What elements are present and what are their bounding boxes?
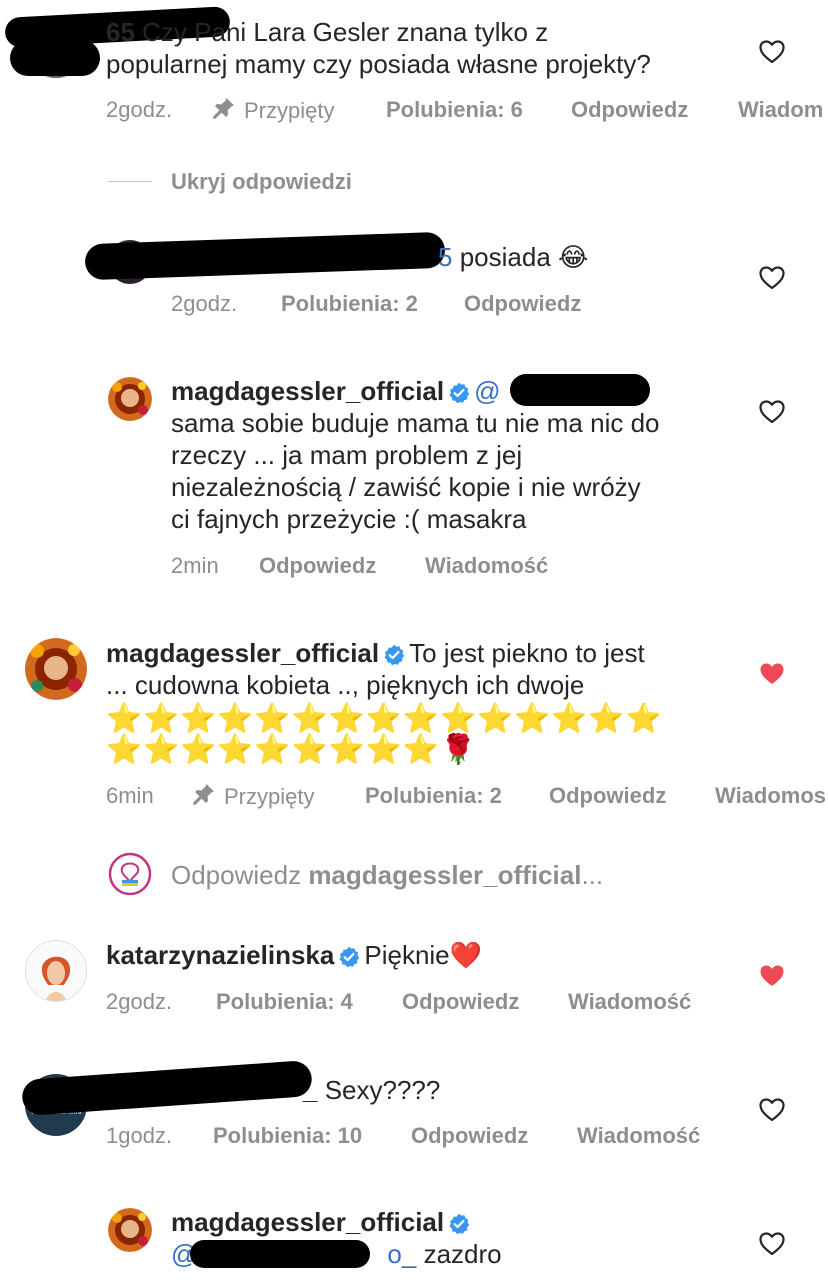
heart-outline-icon[interactable] <box>759 40 785 64</box>
comment-meta: 6min Przypięty Polubienia: 2 Odpowiedz W… <box>106 782 828 810</box>
timestamp: 2godz. <box>106 97 173 122</box>
comment-header: magdagessler_official To jest piekno to j… <box>106 637 645 669</box>
mention-suffix[interactable]: o_ <box>387 1239 416 1269</box>
timestamp: 2godz. <box>106 989 173 1014</box>
reply-button[interactable]: Odpowiedz <box>549 782 666 810</box>
reply-text: 5 posiada 😂 <box>438 241 588 273</box>
verified-badge-icon <box>338 946 360 968</box>
redaction-mark <box>21 1059 313 1117</box>
comment-meta: 2godz. Polubienia: 4 Odpowiedz Wiadomość <box>106 988 806 1016</box>
username[interactable]: magdagessler_official <box>106 638 379 668</box>
message-button[interactable]: Wiadomos <box>715 782 826 810</box>
heart-outline-icon[interactable] <box>759 400 785 424</box>
username[interactable]: magdagessler_official <box>171 376 444 406</box>
pin-icon <box>212 96 236 120</box>
reply-text-line3: niezależnością / zawiść kopie i nie wróż… <box>171 472 641 502</box>
likes-count[interactable]: Polubienia: 6 <box>386 96 523 124</box>
message-button[interactable]: Wiadomość <box>577 1122 700 1150</box>
hide-replies-line <box>108 181 152 182</box>
reply-meta: 2min Odpowiedz Wiadomość <box>171 552 771 580</box>
username[interactable]: katarzynazielinska <box>106 940 334 970</box>
avatar[interactable] <box>25 638 87 700</box>
message-button[interactable]: Wiadom <box>738 96 823 124</box>
reply-text-body: zazdro <box>423 1239 502 1269</box>
verified-badge-icon <box>448 382 470 404</box>
comment-text: Pięknie <box>364 940 450 970</box>
reply-text-line2: rzeczy ... ja mam problem z jej <box>171 440 523 470</box>
reply-text-line4: ci fajnych przeżycie :( masakra <box>171 504 527 534</box>
comment-text: _ Sexy???? <box>303 1074 440 1106</box>
comment-text-line2: ... cudowna kobieta .., pięknych ich dwo… <box>106 670 585 700</box>
comment-text-line2: popularnej mamy czy posiada własne proje… <box>106 49 651 79</box>
reply-meta: 2godz. Polubienia: 2 Odpowiedz <box>171 290 771 318</box>
redaction-mark <box>190 1240 370 1268</box>
likes-count[interactable]: Polubienia: 4 <box>216 988 353 1016</box>
heart-outline-icon[interactable] <box>759 1232 785 1256</box>
reply-prompt-text[interactable]: Odpowiedz magdagessler_official... <box>171 859 603 891</box>
star-emojis-line2: ⭐⭐⭐⭐⭐⭐⭐⭐⭐🌹 <box>106 734 478 766</box>
avatar[interactable] <box>108 377 152 421</box>
heart-outline-icon[interactable] <box>759 1098 785 1122</box>
timestamp: 2min <box>171 553 219 578</box>
username[interactable]: _ <box>303 1075 317 1105</box>
username[interactable]: magdagessler_official <box>171 1207 444 1237</box>
comment-text-line1: Czy Pani Lara Gesler znana tylko z <box>142 17 549 47</box>
timestamp: 2godz. <box>171 291 238 316</box>
comment-text: 65 Czy Pani Lara Gesler znana tylko z <box>106 16 548 48</box>
reply-header: magdagessler_official <box>171 1206 474 1238</box>
likes-count[interactable]: Polubienia: 10 <box>213 1122 362 1150</box>
message-button[interactable]: Wiadomość <box>568 988 691 1016</box>
heart-filled-icon[interactable] <box>759 662 785 686</box>
mention[interactable]: @ <box>474 376 500 406</box>
comment-header: katarzynazielinska Pięknie❤️ <box>106 939 482 971</box>
reply-button[interactable]: Odpowiedz <box>411 1122 528 1150</box>
pinned-label: Przypięty <box>192 782 314 810</box>
reply-text-body: posiada <box>459 242 551 272</box>
heart-filled-icon[interactable] <box>759 964 785 988</box>
likes-count[interactable]: Polubienia: 2 <box>365 782 502 810</box>
reply-button[interactable]: Odpowiedz <box>259 552 376 580</box>
username[interactable]: 65 <box>106 17 135 47</box>
reply-button[interactable]: Odpowiedz <box>402 988 519 1016</box>
pin-icon <box>192 782 216 806</box>
comment-text-body: Sexy???? <box>324 1075 441 1105</box>
timestamp: 6min <box>106 783 154 808</box>
heart-outline-icon[interactable] <box>759 266 785 290</box>
reply-text-line1: sama sobie buduje mama tu nie ma nic do <box>171 408 660 438</box>
comment-text-line1: To jest piekno to jest <box>409 638 645 668</box>
reply-header: magdagessler_official @ <box>171 375 501 407</box>
hide-replies-button[interactable]: Ukryj odpowiedzi <box>171 168 352 196</box>
username[interactable]: 5 <box>438 242 452 272</box>
reply-target-username: magdagessler_official <box>308 860 582 890</box>
comment-meta: 2godz. Przypięty Polubienia: 6 Odpowiedz… <box>106 96 828 124</box>
reply-button[interactable]: Odpowiedz <box>571 96 688 124</box>
reply-button[interactable]: Odpowiedz <box>464 290 581 318</box>
own-avatar <box>108 852 152 896</box>
likes-count[interactable]: Polubienia: 2 <box>281 290 418 318</box>
avatar[interactable] <box>108 1208 152 1252</box>
message-button[interactable]: Wiadomość <box>425 552 548 580</box>
avatar[interactable] <box>25 940 87 1002</box>
verified-badge-icon <box>448 1213 470 1235</box>
red-heart-emoji-icon: ❤️ <box>449 940 483 970</box>
redaction-mark <box>84 231 446 281</box>
redaction-mark <box>510 374 650 406</box>
verified-badge-icon <box>383 644 405 666</box>
pinned-label: Przypięty <box>212 96 334 124</box>
laughing-emoji-icon: 😂 <box>558 242 589 272</box>
timestamp: 1godz. <box>106 1123 173 1148</box>
redaction-mark <box>10 40 100 76</box>
comment-meta: 1godz. Polubienia: 10 Odpowiedz Wiadomoś… <box>106 1122 806 1150</box>
